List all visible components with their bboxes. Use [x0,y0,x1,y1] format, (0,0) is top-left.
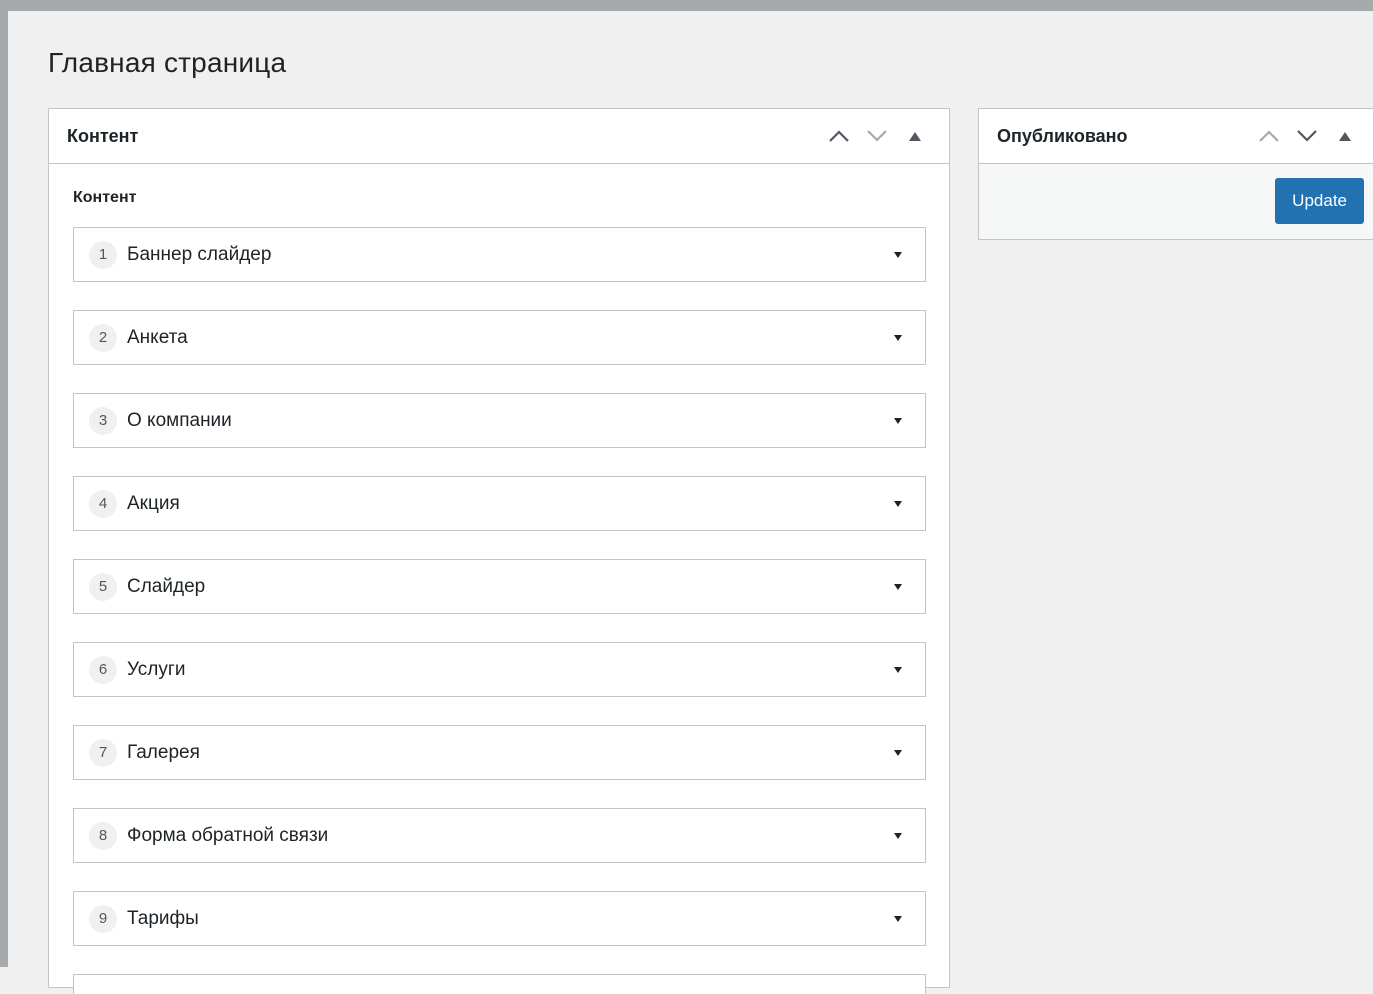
triangle-up-icon [909,131,921,141]
layout-toggle-button[interactable] [891,248,905,262]
layout-toggle-button[interactable] [891,829,905,843]
content-metabox: Контент Контент 1 Баннер слайдер 2 Анкета 3 О… [48,108,950,994]
caret-down-icon [894,749,902,756]
caret-down-icon [894,832,902,839]
layout-label: Анкета [127,326,188,348]
layout-row[interactable]: 9 Тарифы [73,891,926,946]
chevron-down-icon [867,130,887,142]
layout-row[interactable]: 6 Услуги [73,642,926,697]
layout-label: Акция [127,492,180,514]
layout-row[interactable]: 2 Анкета [73,310,926,365]
page-title: Главная страница [48,47,287,78]
layout-order-badge: 4 [89,489,117,518]
layout-row[interactable]: 5 Слайдер [73,559,926,614]
publish-metabox-actions [1253,120,1361,152]
layout-row[interactable]: 4 Акция [73,476,926,531]
publish-metabox: Опубликовано Update [978,108,1373,240]
layout-label: Баннер слайдер [127,243,272,265]
chevron-up-icon [1259,130,1279,142]
layout-label: О компании [127,409,232,431]
chevron-down-icon [1297,130,1317,142]
layouts-list: 1 Баннер слайдер 2 Анкета 3 О компании 4 Акция 5… [73,227,926,994]
layout-row[interactable]: 3 О компании [73,393,926,448]
layout-toggle-button[interactable] [891,497,905,511]
admin-frame: Главная страница Контент Контент 1 Баннер… [0,0,1373,994]
content-metabox-header: Контент [49,109,949,164]
layout-order-badge: 6 [89,655,117,684]
caret-down-icon [894,417,902,424]
move-down-button[interactable] [861,120,893,152]
update-button[interactable]: Update [1275,178,1364,224]
move-up-button[interactable] [1253,120,1285,152]
layout-label: Слайдер [127,575,206,597]
chevron-up-icon [829,130,849,142]
caret-down-icon [894,583,902,590]
flexible-content-label: Контент [73,189,137,206]
publish-metabox-title: Опубликовано [997,125,1128,146]
layout-toggle-button[interactable] [891,414,905,428]
layout-toggle-button[interactable] [891,580,905,594]
layout-toggle-button[interactable] [891,746,905,760]
caret-down-icon [894,666,902,673]
publish-actions: Update [979,164,1373,239]
layout-order-badge: 8 [89,821,117,850]
move-up-button[interactable] [823,120,855,152]
layout-row[interactable]: 8 Форма обратной связи [73,808,926,863]
layout-order-badge: 9 [89,904,117,933]
triangle-up-icon [1339,131,1351,141]
layout-label: Услуги [127,658,186,680]
layout-row[interactable] [73,974,926,994]
layout-label: Форма обратной связи [127,824,329,846]
layout-label: Галерея [127,741,200,763]
caret-down-icon [894,915,902,922]
layout-toggle-button[interactable] [891,912,905,926]
publish-metabox-header: Опубликовано [979,109,1373,164]
layout-toggle-button[interactable] [891,663,905,677]
caret-down-icon [894,334,902,341]
layout-toggle-button[interactable] [891,331,905,345]
layout-row[interactable]: 7 Галерея [73,725,926,780]
toggle-panel-button[interactable] [899,120,931,152]
move-down-button[interactable] [1291,120,1323,152]
layout-order-badge: 5 [89,572,117,601]
layout-order-badge: 7 [89,738,117,767]
layout-row[interactable]: 1 Баннер слайдер [73,227,926,282]
content-metabox-title: Контент [67,125,139,146]
content-metabox-actions [823,120,931,152]
layout-label: Тарифы [127,907,199,929]
layout-order-badge: 1 [89,240,117,269]
toggle-panel-button[interactable] [1329,120,1361,152]
caret-down-icon [894,251,902,258]
layout-order-badge: 2 [89,323,117,352]
layout-order-badge: 3 [89,406,117,435]
caret-down-icon [894,500,902,507]
